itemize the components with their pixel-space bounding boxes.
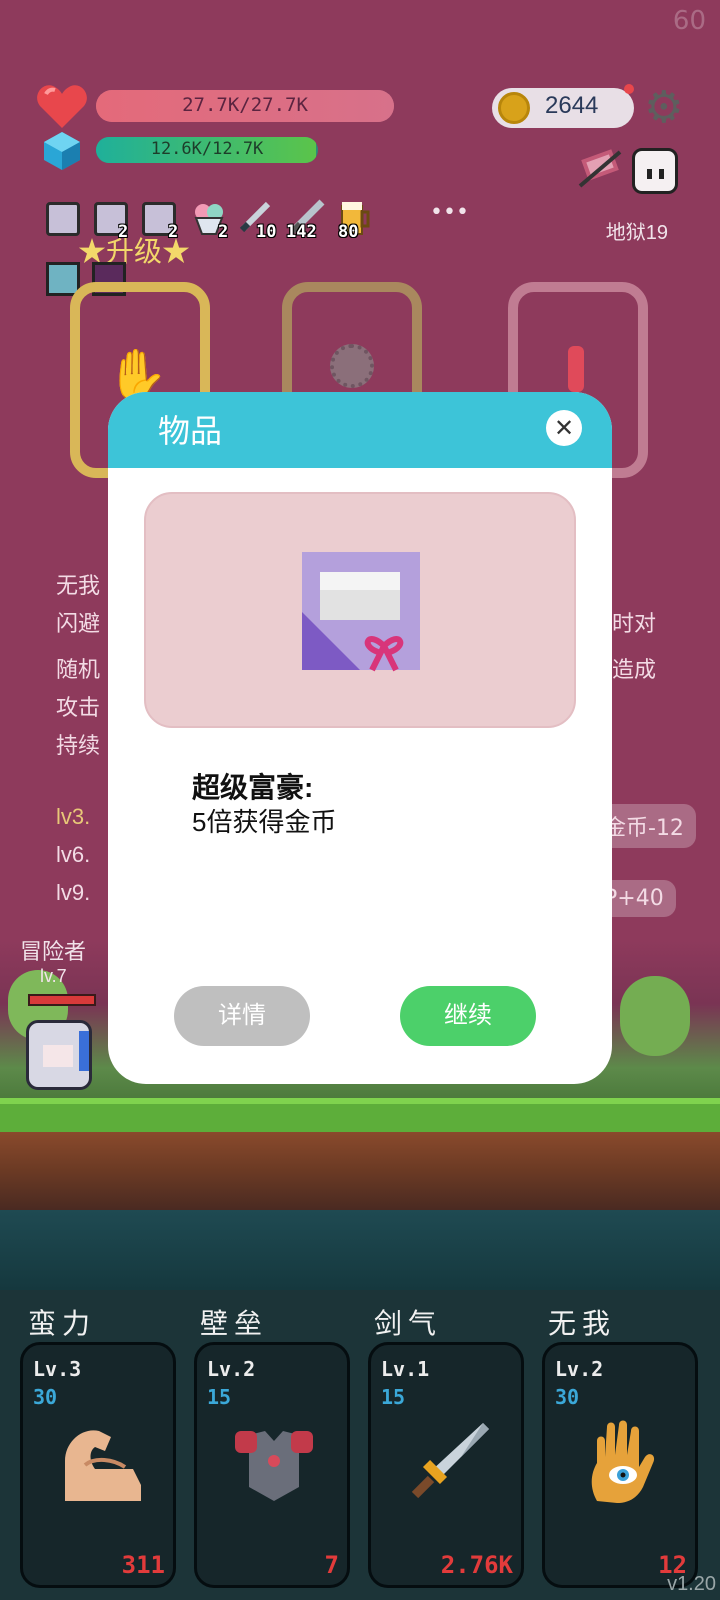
sword-icon [411,1423,489,1499]
close-button[interactable]: ✕ [546,410,582,446]
skill-name: 蛮力 [28,1308,97,1339]
skill-cost: 15 [207,1385,232,1409]
skill-level: Lv.1 [381,1357,430,1381]
continue-button[interactable]: 继续 [400,986,536,1046]
skill-level: Lv.2 [555,1357,604,1381]
modal-title: 物品 [158,413,223,449]
gift-scroll-icon [302,552,420,672]
skill-cost: 15 [381,1385,406,1409]
skill-cost: 30 [33,1385,58,1409]
skill-cost: 30 [555,1385,580,1409]
skill-name: 无我 [548,1308,617,1339]
details-button[interactable]: 详情 [174,986,310,1046]
skill-name: 剑气 [374,1308,443,1339]
item-modal: 物品 ✕ 超级富豪: 5倍获得金币 详情 继续 [108,392,612,1084]
flexed-arm-icon [65,1430,141,1501]
skill-card-bulwark[interactable]: Lv.2 15 7 [194,1342,350,1588]
skill-card-sword-qi[interactable]: Lv.1 15 2.76K [368,1342,524,1588]
version-label: v1.20 [667,1573,716,1595]
item-description: 5倍获得金币 [192,807,337,837]
skill-power: 311 [121,1551,165,1579]
item-preview [144,492,576,728]
skill-name: 壁垒 [200,1308,269,1339]
skill-level: Lv.3 [33,1357,82,1381]
item-name: 超级富豪: [192,772,314,803]
skill-level: Lv.2 [207,1357,256,1381]
armor-icon [235,1431,313,1501]
hand-eye-icon [591,1420,655,1503]
skill-card-selfless[interactable]: Lv.2 30 12 [542,1342,698,1588]
skill-power: 7 [324,1551,339,1579]
skill-card-brute-force[interactable]: Lv.3 30 311 [20,1342,176,1588]
skill-power: 2.76K [440,1551,513,1579]
